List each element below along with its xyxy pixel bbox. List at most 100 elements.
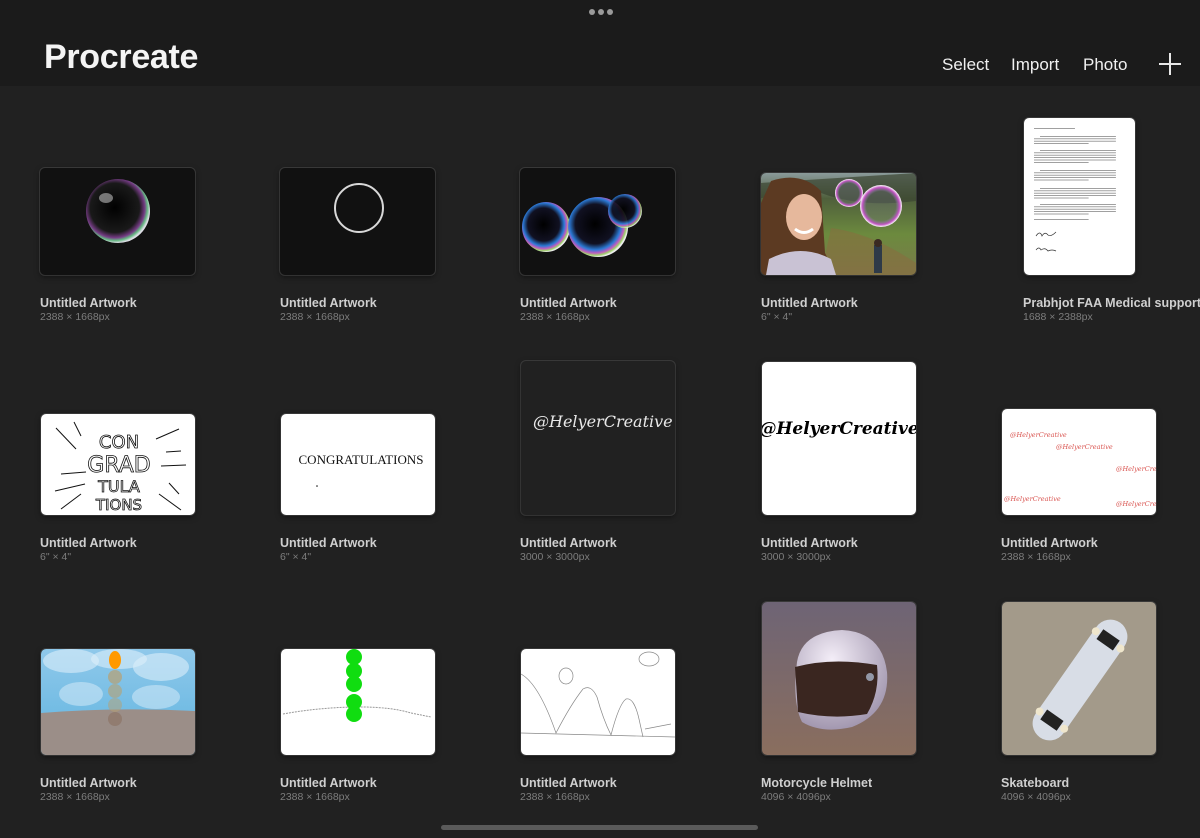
artwork-thumbnail[interactable]	[41, 649, 195, 755]
artwork-thumbnail[interactable]: @HelyerCreative	[521, 361, 675, 515]
text-line	[1040, 150, 1116, 151]
artwork-size: 4096 × 4096px	[1001, 791, 1071, 803]
letter-document-artwork	[1034, 128, 1116, 252]
artwork-size: 6" × 4"	[40, 551, 72, 563]
artwork-size: 2388 × 1668px	[280, 791, 350, 803]
artwork-thumbnail[interactable]	[762, 602, 916, 755]
text-line	[1034, 143, 1089, 144]
text-line	[1040, 136, 1116, 137]
lettering-line: GRAD	[87, 453, 150, 478]
home-indicator[interactable]	[441, 825, 758, 830]
congratulations-text: CONGRATULATIONS	[299, 452, 424, 467]
signature-text: @HelyerCreative	[762, 419, 916, 439]
sky-ball-artwork	[41, 649, 195, 755]
artwork-size: 6" × 4"	[761, 311, 793, 323]
text-line	[1040, 170, 1116, 171]
text-line	[1034, 197, 1089, 199]
text-line	[1034, 195, 1116, 196]
text-line	[1034, 174, 1116, 176]
artwork-thumbnail[interactable]	[1002, 602, 1156, 755]
text-line	[1034, 140, 1116, 142]
text-line	[1040, 204, 1116, 205]
artwork-thumbnail[interactable]: @HelyerCreative	[762, 362, 916, 515]
text-line	[1034, 152, 1116, 154]
helyercreative-dark-artwork: @HelyerCreative	[533, 412, 673, 431]
artwork-name: Untitled Artwork	[520, 536, 617, 550]
artwork-name: Untitled Artwork	[40, 776, 137, 790]
text-line	[1034, 206, 1116, 208]
selfie-photo-artwork	[761, 173, 916, 275]
artwork-name: Untitled Artwork	[761, 296, 858, 310]
artwork-name: Skateboard	[1001, 776, 1070, 790]
signature-scribble	[1035, 231, 1057, 252]
text-line	[1034, 162, 1089, 163]
circle-outline-artwork	[334, 183, 384, 233]
congrats-lettering-artwork: CON GRAD TULA TIONS	[54, 421, 187, 514]
artwork-size: 2388 × 1668px	[280, 311, 350, 323]
helyercreative-red-pattern-artwork: @HelyerCreative @HelyerCreative @HelyerC…	[1004, 431, 1156, 508]
artwork-thumbnail[interactable]: CON GRAD TULA TIONS	[41, 414, 195, 515]
select-button[interactable]: Select	[942, 55, 989, 75]
text-line	[1034, 190, 1116, 192]
artwork-thumbnail[interactable]	[1024, 118, 1135, 275]
artwork-name: Motorcycle Helmet	[761, 776, 873, 790]
three-bubbles-artwork	[522, 194, 642, 257]
text-line	[1034, 219, 1089, 220]
artwork-size: 3000 × 3000px	[520, 551, 590, 563]
import-button[interactable]: Import	[1011, 55, 1059, 75]
watermark-text: @HelyerCreative	[1116, 465, 1156, 473]
text-line	[1034, 208, 1116, 210]
text-line	[1040, 188, 1116, 189]
bubble-artwork	[86, 179, 150, 243]
top-bar: Procreate Select Import Photo	[0, 0, 1200, 86]
artwork-size: 4096 × 4096px	[761, 791, 831, 803]
text-line	[1034, 154, 1116, 156]
skateboard-3d-artwork	[1032, 619, 1128, 741]
text-line	[1034, 192, 1116, 194]
signature-text: @HelyerCreative	[533, 412, 673, 431]
artwork-thumbnail[interactable]	[761, 173, 916, 275]
artwork-thumbnail[interactable]	[280, 168, 435, 275]
text-line	[1034, 172, 1116, 174]
artwork-name: Untitled Artwork	[280, 296, 377, 310]
artwork-size: 3000 × 3000px	[761, 551, 831, 563]
artwork-name: Untitled Artwork	[40, 296, 137, 310]
plus-icon[interactable]	[1159, 53, 1181, 75]
text-line	[1034, 157, 1116, 158]
text-line	[1034, 177, 1116, 178]
artwork-name: Untitled Artwork	[520, 776, 617, 790]
helmet-3d-artwork	[762, 602, 916, 755]
artwork-size: 1688 × 2388px	[1023, 311, 1093, 323]
app-title: Procreate	[44, 38, 199, 76]
text-line	[1034, 211, 1116, 212]
photo-button[interactable]: Photo	[1083, 55, 1127, 75]
watermark-text: @HelyerCreative	[1004, 495, 1061, 503]
artwork-size: 2388 × 1668px	[40, 311, 110, 323]
artwork-name: Untitled Artwork	[761, 536, 858, 550]
text-line	[1034, 213, 1089, 215]
artwork-thumbnail[interactable]	[281, 649, 435, 755]
text-line	[1034, 159, 1116, 161]
lettering-line: TIONS	[95, 496, 142, 514]
congratulations-text-artwork: CONGRATULATIONS	[299, 452, 424, 487]
artwork-thumbnail[interactable]	[521, 649, 675, 755]
artwork-thumbnail[interactable]	[40, 168, 195, 275]
artwork-size: 2388 × 1668px	[40, 791, 110, 803]
text-line	[1034, 179, 1089, 181]
artwork-size: 2388 × 1668px	[520, 791, 590, 803]
artwork-name: Untitled Artwork	[280, 776, 377, 790]
watermark-text: @HelyerCreative	[1056, 443, 1113, 451]
bouncing-path-artwork	[521, 651, 675, 738]
artwork-size: 2388 × 1668px	[1001, 551, 1071, 563]
artwork-thumbnail[interactable]: @HelyerCreative @HelyerCreative @HelyerC…	[1002, 409, 1156, 515]
artwork-thumbnail[interactable]: CONGRATULATIONS	[281, 414, 435, 515]
artwork-name: Prabhjot FAA Medical support le	[1023, 296, 1200, 310]
artwork-size: 2388 × 1668px	[520, 311, 590, 323]
artwork-name: Untitled Artwork	[280, 536, 377, 550]
artwork-name: Untitled Artwork	[520, 296, 617, 310]
text-line	[1034, 128, 1075, 129]
text-line	[1034, 138, 1116, 140]
watermark-text: @HelyerCreative	[1116, 500, 1156, 508]
more-dots-icon[interactable]	[589, 9, 613, 15]
artwork-thumbnail[interactable]	[520, 168, 675, 275]
